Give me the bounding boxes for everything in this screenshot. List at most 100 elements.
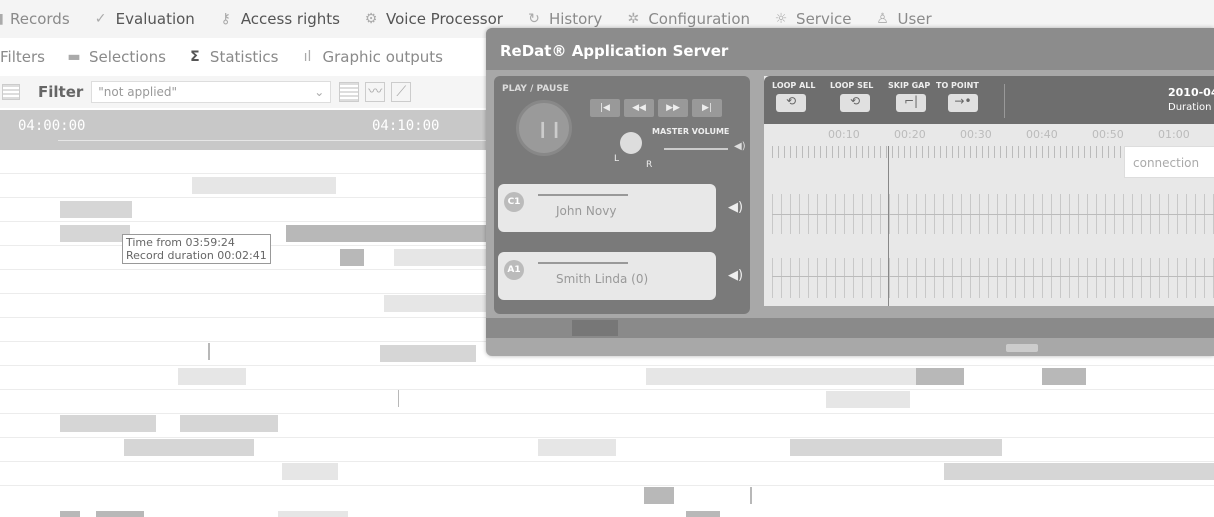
submenu-statistics[interactable]: Σ Statistics (186, 48, 278, 66)
record-date: 2010-04 (1168, 86, 1214, 99)
chevron-down-icon: ⌄ (314, 85, 325, 99)
submenu-selections[interactable]: ▬ Selections (65, 48, 166, 66)
row-divider (0, 389, 1214, 390)
filter-select[interactable]: "not applied" ⌄ (91, 81, 332, 103)
record-bar[interactable] (60, 415, 156, 432)
trend-icon[interactable]: ⟋ (391, 82, 412, 102)
skip-end-button[interactable]: ▶| (692, 99, 722, 117)
master-volume-slider[interactable] (664, 148, 728, 150)
record-bar[interactable] (180, 415, 278, 432)
table-icon[interactable] (339, 82, 360, 102)
graphic-outputs-icon: ıl (303, 49, 312, 65)
connection-status: connection (1124, 146, 1214, 178)
record-bar[interactable] (394, 249, 486, 266)
channel-a1[interactable]: A1 Smith Linda (0) ◀) (498, 252, 743, 300)
record-bar[interactable] (1042, 368, 1086, 385)
record-bar[interactable] (384, 295, 486, 312)
loop-toolbar: LOOP ALL ⟲ LOOP SEL ⟲ SKIP GAP ⌐| TO POI… (764, 76, 1214, 124)
waveform-a1[interactable] (772, 258, 1214, 298)
record-bar[interactable] (60, 511, 80, 517)
rewind-button[interactable]: ◀◀ (624, 99, 654, 117)
tooltip-time-from: Time from 03:59:24 (126, 236, 235, 249)
toolbar-divider (1004, 84, 1005, 118)
waveform-tick: 00:20 (894, 128, 926, 141)
master-volume-label: MASTER VOLUME (652, 127, 730, 136)
record-bar[interactable] (380, 345, 476, 362)
service-icon: ☼ (774, 11, 788, 27)
waveform-tick: 00:30 (960, 128, 992, 141)
menu-evaluation[interactable]: ✓ Evaluation (92, 10, 195, 28)
left-label: L (614, 154, 620, 164)
channel-c1[interactable]: C1 John Novy ◀) (498, 184, 743, 232)
submenu-filters[interactable]: Filters (0, 48, 45, 66)
record-bar[interactable] (644, 487, 674, 504)
record-marker[interactable] (398, 390, 399, 407)
row-divider (0, 365, 1214, 366)
loop-sel-button[interactable]: ⟲ (840, 94, 870, 112)
loop-icon: ⟲ (849, 94, 861, 108)
record-bar[interactable] (826, 391, 910, 408)
player-window: ReDat® Application Server PLAY / PAUSE ❙… (486, 28, 1214, 356)
record-bar[interactable] (340, 249, 364, 266)
channel-volume-slider[interactable] (538, 194, 628, 196)
record-bar[interactable] (124, 439, 254, 456)
to-point-button[interactable]: →• (948, 94, 978, 112)
waveform-tick: 00:40 (1026, 128, 1058, 141)
skip-gap-button[interactable]: ⌐| (896, 94, 926, 112)
record-bar[interactable] (178, 368, 246, 385)
play-pause-button[interactable]: ❙❙ (516, 100, 572, 156)
skip-start-button[interactable]: |◀ (590, 99, 620, 117)
record-bar[interactable] (790, 439, 1002, 456)
channel-name: Smith Linda (0) (556, 272, 649, 286)
record-bar[interactable] (796, 368, 916, 385)
channel-badge: C1 (504, 192, 524, 212)
row-divider (0, 461, 1214, 462)
list-icon[interactable] (2, 84, 20, 100)
timeline-tick: 04:00:00 (18, 118, 86, 134)
balance-knob[interactable] (620, 132, 642, 154)
record-bar[interactable] (686, 511, 720, 517)
user-icon: ♙ (876, 11, 889, 27)
menu-history[interactable]: ↻ History (525, 10, 602, 28)
record-bar[interactable] (286, 225, 486, 242)
menu-access-rights[interactable]: ⚷ Access rights (217, 10, 340, 28)
submenu-graphic-outputs[interactable]: ıl Graphic outputs (299, 48, 443, 66)
record-bar[interactable] (60, 201, 132, 218)
record-bar[interactable] (282, 463, 338, 480)
waveform-c1[interactable] (772, 194, 1214, 234)
record-marker[interactable] (208, 343, 210, 360)
chart-icon[interactable]: 〰 (365, 82, 386, 102)
channel-volume-slider[interactable] (538, 262, 628, 264)
to-point-label: TO POINT (936, 81, 979, 90)
player-scrollbar-thumb[interactable] (572, 320, 618, 336)
record-marker[interactable] (750, 487, 752, 504)
speaker-icon[interactable]: ◀) (728, 268, 743, 283)
skip-start-icon: |◀ (600, 103, 610, 113)
resize-grip[interactable] (1006, 344, 1038, 352)
menu-voice-processor[interactable]: ⚙ Voice Processor (362, 10, 503, 28)
record-bar[interactable] (60, 225, 130, 242)
speaker-icon[interactable]: ◀) (728, 200, 743, 215)
row-divider (0, 485, 1214, 486)
right-label: R (646, 160, 653, 170)
forward-button[interactable]: ▶▶ (658, 99, 688, 117)
record-bar[interactable] (646, 368, 796, 385)
loop-icon: ⟲ (785, 94, 797, 108)
record-tooltip: Time from 03:59:24 Record duration 00:02… (122, 234, 271, 264)
loop-all-button[interactable]: ⟲ (776, 94, 806, 112)
access-rights-icon: ⚷ (220, 11, 231, 27)
menu-records[interactable]: ▮ Records (0, 10, 70, 28)
player-scrollbar[interactable] (486, 318, 1214, 338)
record-bar[interactable] (916, 368, 964, 385)
player-controls: PLAY / PAUSE ❙❙ |◀ ◀◀ ▶▶ ▶| MASTER VOLUM… (494, 76, 750, 314)
playhead-cursor[interactable] (888, 146, 889, 306)
menu-configuration[interactable]: ✲ Configuration (624, 10, 750, 28)
record-bar[interactable] (96, 511, 144, 517)
record-bar[interactable] (538, 439, 616, 456)
menu-user[interactable]: ♙ User (873, 10, 931, 28)
record-bar[interactable] (944, 463, 1214, 480)
waveform-tick: 00:50 (1092, 128, 1124, 141)
record-bar[interactable] (192, 177, 336, 194)
menu-service[interactable]: ☼ Service (772, 10, 852, 28)
record-bar[interactable] (278, 511, 348, 517)
